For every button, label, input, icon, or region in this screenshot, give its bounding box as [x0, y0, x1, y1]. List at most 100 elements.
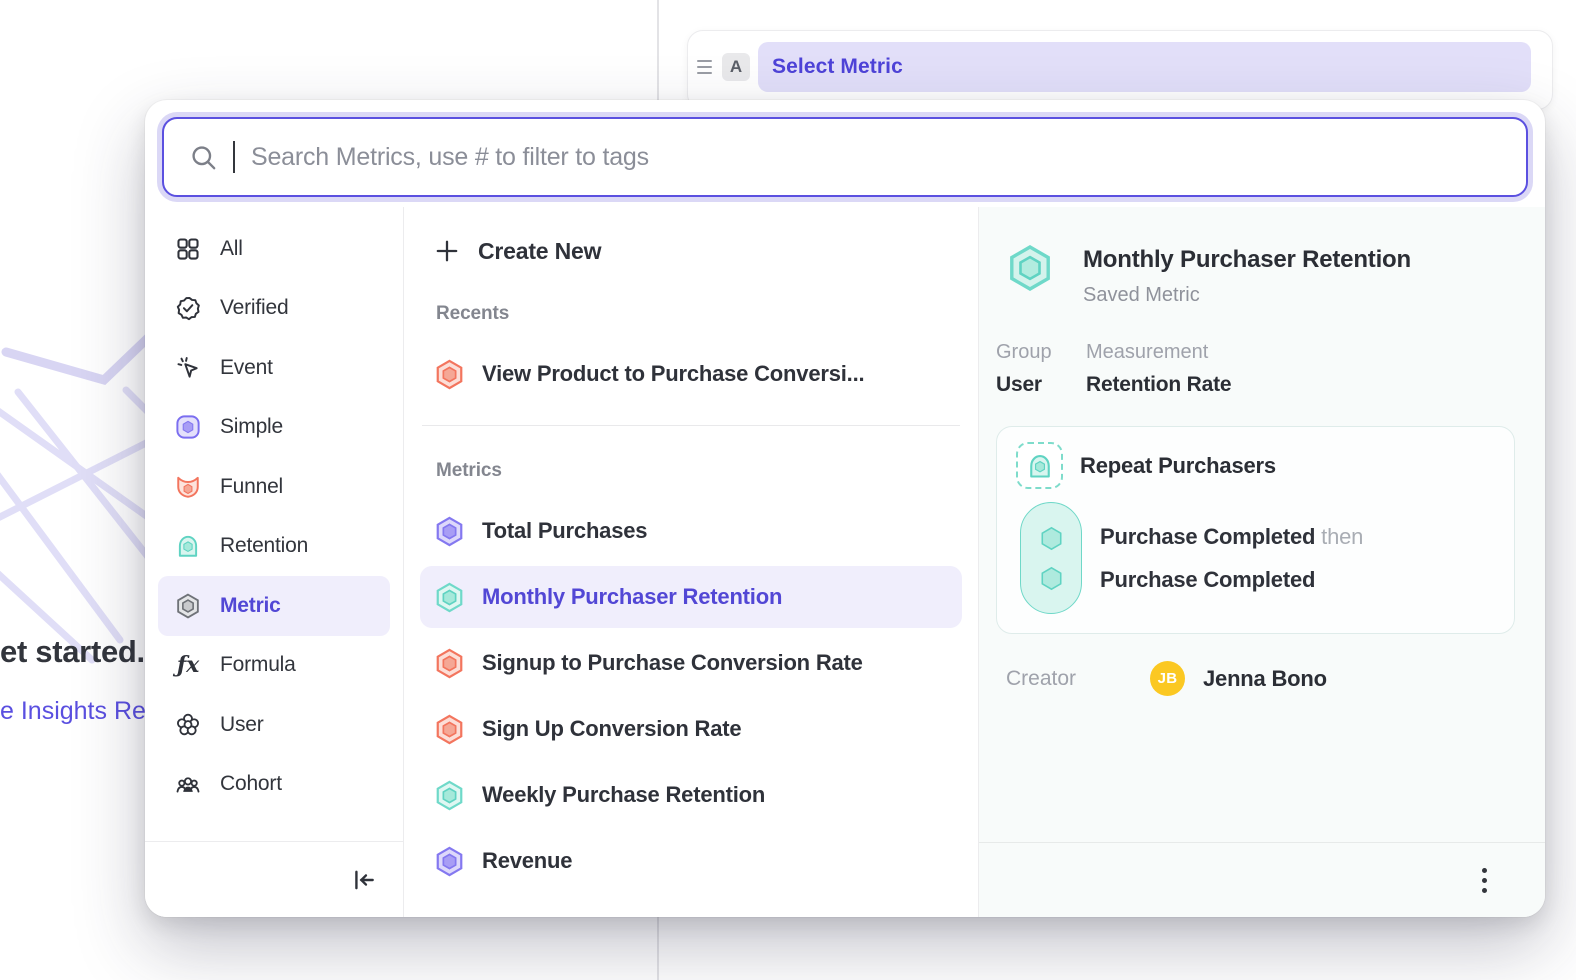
- retention-definition-icon: [1016, 442, 1063, 489]
- sidebar-item-label: Retention: [220, 534, 308, 558]
- sidebar-item-label: Simple: [220, 415, 283, 439]
- step-hexagon-icon: [1038, 565, 1065, 592]
- metric-item-total-purchases[interactable]: Total Purchases: [420, 500, 962, 562]
- sidebar-item-label: Formula: [220, 653, 296, 677]
- search-icon: [190, 144, 217, 171]
- create-new-button[interactable]: Create New: [434, 227, 948, 275]
- retention-arch-icon: [1026, 452, 1054, 480]
- sidebar-item-label: Event: [220, 356, 273, 380]
- sidebar-item-label: Funnel: [220, 475, 283, 499]
- definition-title: Repeat Purchasers: [1080, 453, 1276, 479]
- step-hexagon-icon: [1038, 525, 1065, 552]
- metric-definition-card: Repeat Purchasers: [996, 426, 1515, 634]
- metric-hexagon-icon: [175, 593, 201, 619]
- detail-title: Monthly Purchaser Retention: [1083, 244, 1411, 274]
- sidebar-item-formula[interactable]: ƒx Formula: [158, 636, 390, 696]
- step-1-event: Purchase Completed then: [1100, 524, 1363, 550]
- drag-handle-icon[interactable]: [697, 60, 712, 74]
- creator-avatar: JB: [1150, 661, 1185, 696]
- sidebar-item-cohort[interactable]: Cohort: [158, 755, 390, 815]
- measurement-field-value: Retention Rate: [1086, 373, 1231, 397]
- measurement-field-label: Measurement: [1086, 341, 1231, 364]
- sidebar-item-retention[interactable]: Retention: [158, 517, 390, 577]
- plus-icon: [434, 238, 460, 264]
- hexagon-coral-icon: [434, 359, 465, 390]
- detail-header: Monthly Purchaser Retention Saved Metric: [996, 244, 1521, 307]
- creator-name: Jenna Bono: [1203, 666, 1327, 692]
- collapse-left-icon[interactable]: [351, 867, 377, 893]
- metric-bar: A Select Metric: [687, 30, 1553, 110]
- sidebar-item-verified[interactable]: Verified: [158, 279, 390, 339]
- sidebar-footer: [145, 841, 403, 917]
- search-input[interactable]: Search Metrics, use # to filter to tags: [162, 117, 1528, 197]
- background-insights-report-link[interactable]: e Insights Re: [0, 697, 146, 726]
- sidebar-item-label: Verified: [220, 296, 288, 320]
- sidebar-item-label: All: [220, 237, 243, 261]
- background-get-started-heading: et started.: [0, 634, 145, 670]
- user-cluster-icon: [175, 712, 201, 738]
- step-connector: then: [1321, 524, 1363, 549]
- recent-item[interactable]: View Product to Purchase Conversi...: [420, 343, 962, 405]
- list-divider: [422, 425, 960, 426]
- group-field-value: User: [996, 373, 1062, 397]
- group-field-label: Group: [996, 341, 1062, 364]
- funnel-icon: [175, 474, 201, 500]
- creator-row: Creator JB Jenna Bono: [996, 661, 1521, 696]
- text-cursor: [233, 141, 235, 173]
- hexagon-purple-icon: [434, 846, 465, 877]
- retention-steps-capsule: [1020, 502, 1082, 614]
- metric-item-label: Sign Up Conversion Rate: [482, 716, 741, 742]
- sidebar-item-label: Metric: [220, 594, 281, 618]
- hexagon-teal-icon: [434, 780, 465, 811]
- sidebar-item-user[interactable]: User: [158, 695, 390, 755]
- metric-item-label: Signup to Purchase Conversion Rate: [482, 650, 863, 676]
- metric-item-monthly-purchaser-retention[interactable]: Monthly Purchaser Retention: [420, 566, 962, 628]
- metric-item-weekly-purchase-retention[interactable]: Weekly Purchase Retention: [420, 764, 962, 826]
- metrics-section-label: Metrics: [436, 460, 948, 482]
- sidebar-item-simple[interactable]: Simple: [158, 398, 390, 458]
- formula-fx-icon: ƒx: [175, 652, 201, 678]
- metric-item-signup-to-purchase-conversion-rate[interactable]: Signup to Purchase Conversion Rate: [420, 632, 962, 694]
- metric-item-label: Revenue: [482, 848, 572, 874]
- metric-item-label: Total Purchases: [482, 518, 647, 544]
- metric-series-badge: A: [722, 53, 750, 81]
- hexagon-coral-icon: [434, 714, 465, 745]
- background-chart-decoration-lines: [0, 330, 160, 670]
- sidebar-item-metric[interactable]: Metric: [158, 576, 390, 636]
- sidebar-item-label: User: [220, 713, 264, 737]
- detail-footer: [979, 842, 1545, 917]
- hexagon-teal-icon: [1006, 244, 1054, 292]
- metric-selector-screen: et started. e Insights Re A Select Metri…: [0, 0, 1576, 980]
- hexagon-teal-icon: [434, 582, 465, 613]
- cursor-click-icon: [175, 355, 201, 381]
- metric-picker-modal: Search Metrics, use # to filter to tags …: [145, 100, 1545, 917]
- more-options-icon[interactable]: [1476, 862, 1493, 899]
- retention-arch-icon: [175, 533, 201, 559]
- detail-type-label: Saved Metric: [1083, 284, 1411, 307]
- verified-badge-icon: [175, 295, 201, 321]
- simple-event-icon: [175, 414, 201, 440]
- metric-item-revenue[interactable]: Revenue: [420, 830, 962, 892]
- sidebar-item-funnel[interactable]: Funnel: [158, 457, 390, 517]
- select-metric-button[interactable]: Select Metric: [758, 42, 1531, 92]
- metric-item-label: Weekly Purchase Retention: [482, 782, 765, 808]
- metric-item-label: Monthly Purchaser Retention: [482, 584, 782, 610]
- cohort-people-icon: [175, 771, 201, 797]
- type-filter-sidebar: All Verified Event: [145, 207, 404, 917]
- sidebar-item-label: Cohort: [220, 772, 282, 796]
- recent-item-label: View Product to Purchase Conversi...: [482, 361, 864, 387]
- recents-section-label: Recents: [436, 303, 948, 325]
- grid-icon: [175, 236, 201, 262]
- metric-detail-panel: Monthly Purchaser Retention Saved Metric…: [978, 207, 1545, 917]
- hexagon-coral-icon: [434, 648, 465, 679]
- metric-item-sign-up-conversion-rate[interactable]: Sign Up Conversion Rate: [420, 698, 962, 760]
- detail-fields: Group User Measurement Retention Rate: [996, 341, 1521, 397]
- search-placeholder: Search Metrics, use # to filter to tags: [251, 143, 649, 172]
- hexagon-purple-icon: [434, 516, 465, 547]
- step-2-event: Purchase Completed: [1100, 567, 1363, 593]
- create-new-label: Create New: [478, 238, 601, 265]
- metric-list-column: Create New Recents View Product to Purch…: [404, 207, 978, 917]
- creator-label: Creator: [1006, 667, 1150, 691]
- sidebar-item-event[interactable]: Event: [158, 338, 390, 398]
- sidebar-item-all[interactable]: All: [158, 219, 390, 279]
